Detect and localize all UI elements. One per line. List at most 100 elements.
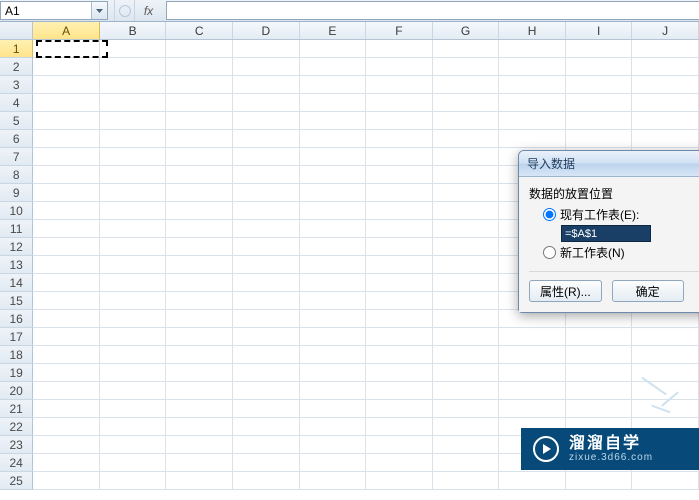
row-header[interactable]: 18 [0,346,33,364]
cell[interactable] [166,148,233,166]
cell[interactable] [433,256,500,274]
cell[interactable] [100,310,167,328]
cell[interactable] [366,382,433,400]
cell[interactable] [566,364,633,382]
cell[interactable] [433,472,500,490]
cell[interactable] [300,454,367,472]
cell[interactable] [100,472,167,490]
ok-button[interactable]: 确定 [612,280,684,302]
cell[interactable] [632,58,699,76]
cell[interactable] [366,346,433,364]
cell[interactable] [300,148,367,166]
cell[interactable] [300,220,367,238]
row-header[interactable]: 17 [0,328,33,346]
cell[interactable] [33,472,100,490]
cell[interactable] [300,382,367,400]
cell[interactable] [33,418,100,436]
cell[interactable] [433,238,500,256]
cell[interactable] [100,328,167,346]
cell[interactable] [100,346,167,364]
cell[interactable] [33,184,100,202]
cell[interactable] [166,436,233,454]
cell[interactable] [566,112,633,130]
cell[interactable] [166,202,233,220]
cell[interactable] [300,364,367,382]
cell[interactable] [33,166,100,184]
cell[interactable] [433,166,500,184]
cell[interactable] [100,436,167,454]
cell[interactable] [433,364,500,382]
cell[interactable] [433,130,500,148]
cell[interactable] [499,472,566,490]
cell[interactable] [233,382,300,400]
row-header[interactable]: 22 [0,418,33,436]
cell[interactable] [433,436,500,454]
cell[interactable] [433,310,500,328]
cell[interactable] [233,472,300,490]
column-header[interactable]: F [366,22,433,39]
cell[interactable] [300,274,367,292]
radio-new-input[interactable] [543,246,556,259]
cell[interactable] [366,454,433,472]
cell[interactable] [100,202,167,220]
cell[interactable] [433,58,500,76]
cell[interactable] [166,130,233,148]
cell[interactable] [366,274,433,292]
cell[interactable] [366,40,433,58]
cell[interactable] [100,94,167,112]
row-header[interactable]: 9 [0,184,33,202]
cell[interactable] [300,400,367,418]
cell[interactable] [300,256,367,274]
cell[interactable] [566,346,633,364]
name-box[interactable]: A1 [1,2,91,19]
cell[interactable] [433,328,500,346]
cell[interactable] [233,310,300,328]
cell[interactable] [366,472,433,490]
cell[interactable] [166,184,233,202]
cell[interactable] [166,238,233,256]
cell[interactable] [33,346,100,364]
cell[interactable] [166,58,233,76]
cell[interactable] [33,292,100,310]
cell[interactable] [300,58,367,76]
row-header[interactable]: 25 [0,472,33,490]
cell[interactable] [366,112,433,130]
cell[interactable] [233,418,300,436]
cell[interactable] [300,76,367,94]
cell[interactable] [33,202,100,220]
cell[interactable] [166,94,233,112]
cell[interactable] [366,328,433,346]
cell[interactable] [499,112,566,130]
column-header[interactable]: B [100,22,167,39]
cell[interactable] [499,382,566,400]
cell[interactable] [566,40,633,58]
cell[interactable] [366,310,433,328]
row-header[interactable]: 7 [0,148,33,166]
cell[interactable] [233,436,300,454]
column-header[interactable]: H [499,22,566,39]
cell[interactable] [366,220,433,238]
radio-existing-input[interactable] [543,208,556,221]
cell[interactable] [433,220,500,238]
cell[interactable] [100,364,167,382]
cell[interactable] [433,382,500,400]
cell[interactable] [366,184,433,202]
cell[interactable] [33,382,100,400]
cell[interactable] [300,346,367,364]
cell[interactable] [366,364,433,382]
cell[interactable] [566,382,633,400]
cell[interactable] [166,256,233,274]
cell[interactable] [33,220,100,238]
row-header[interactable]: 13 [0,256,33,274]
cell[interactable] [33,436,100,454]
row-header[interactable]: 1 [0,40,33,58]
cell[interactable] [33,274,100,292]
cell[interactable] [166,472,233,490]
cell[interactable] [632,472,699,490]
cell[interactable] [233,454,300,472]
cell[interactable] [433,400,500,418]
cell[interactable] [300,130,367,148]
row-header[interactable]: 4 [0,94,33,112]
row-header[interactable]: 5 [0,112,33,130]
radio-existing-worksheet[interactable]: 现有工作表(E): [543,206,699,223]
